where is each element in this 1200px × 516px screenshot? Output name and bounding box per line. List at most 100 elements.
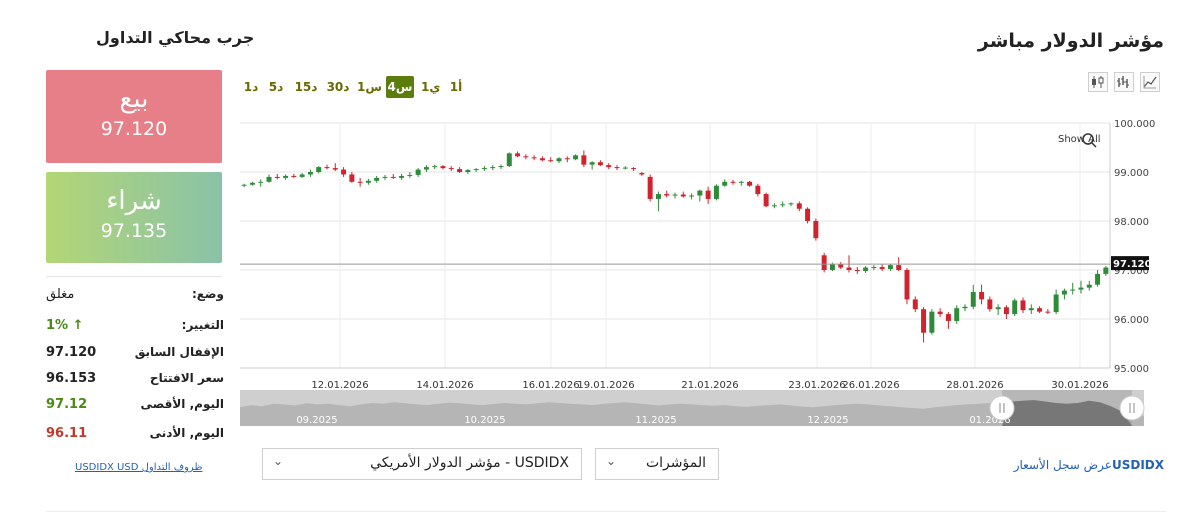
y-tick-label: 100.000 (1114, 119, 1155, 130)
navigator-label: 10.2025 (464, 415, 505, 426)
info-row-status: وضع: مغلق (46, 287, 224, 309)
tf-5-min[interactable]: 5د (267, 76, 285, 98)
candle-up (589, 162, 595, 165)
candle-up (407, 174, 413, 176)
info-value: 1% ↑ (46, 318, 84, 333)
candle-up (689, 195, 695, 197)
candle-up (506, 153, 512, 167)
candle-up (722, 181, 728, 186)
candle-up (887, 265, 893, 270)
sell-price: 97.120 (100, 118, 168, 140)
candle-up (1012, 300, 1018, 315)
tf-1-hour[interactable]: 1س (357, 76, 382, 98)
page-title: مؤشر الدولار مباشر (977, 30, 1164, 52)
candle-down (896, 265, 902, 270)
tf-4-hours[interactable]: 4س (386, 76, 414, 98)
candle-up (1086, 284, 1092, 288)
line-chart-icon[interactable] (1140, 72, 1160, 92)
navigator[interactable]: 09.2025 10.2025 11.2025 12.2025 01.2026 (240, 390, 1145, 426)
buy-button[interactable]: شراء 97.135 (46, 172, 222, 263)
candle-down (349, 174, 355, 182)
candle-down (879, 267, 885, 270)
sell-label: بيع (119, 84, 149, 114)
navigator-left-handle[interactable] (989, 395, 1015, 421)
info-value: 96.11 (46, 426, 88, 441)
candle-up (672, 194, 678, 196)
candle-down (1037, 308, 1043, 312)
x-tick-label: 28.01.2026 (946, 380, 1003, 391)
navigator-label: 11.2025 (635, 415, 676, 426)
candle-up (382, 176, 388, 178)
price-history-link[interactable]: عرض سجل الأسعارUSDIDX (1014, 458, 1164, 472)
instrument-select-value: USDIDX - مؤشر الدولار الأمريكي (370, 455, 569, 471)
candle-up (556, 158, 562, 162)
tf-1-month[interactable]: 1أ (448, 76, 464, 98)
candle-up (423, 167, 429, 170)
bar-chart-icon[interactable] (1114, 72, 1134, 92)
tf-30-min[interactable]: 30د (326, 76, 350, 98)
candle-down (1003, 307, 1009, 315)
candle-up (962, 306, 968, 309)
chevron-down-icon: ⌄ (273, 454, 284, 468)
price-chart[interactable]: 100.00099.00098.00097.00096.00095.000 12… (240, 118, 1156, 430)
candle-up (697, 190, 703, 196)
tf-1-day[interactable]: 1ي (421, 76, 440, 98)
x-tick-label: 26.01.2026 (842, 380, 899, 391)
candle-down (564, 158, 570, 160)
candle-up (788, 203, 794, 205)
x-tick-label: 30.01.2026 (1051, 380, 1108, 391)
buy-price: 97.135 (100, 220, 168, 242)
candle-down (291, 175, 297, 177)
candle-down (755, 185, 761, 195)
x-axis: 12.01.2026 14.01.2026 16.01.202619.01.2026… (311, 380, 1108, 391)
show-all-button[interactable]: Show All (1058, 133, 1101, 148)
candle-down (821, 255, 827, 270)
y-tick-label: 98.000 (1114, 217, 1149, 228)
candle-up (1028, 308, 1034, 311)
sell-button[interactable]: بيع 97.120 (46, 70, 222, 163)
candle-up (374, 177, 380, 181)
candle-up (863, 267, 869, 271)
candle-up (1103, 267, 1109, 274)
category-select[interactable]: المؤشرات ⌄ (595, 448, 719, 480)
price-history-link-text: عرض سجل الأسعار (1013, 458, 1112, 472)
simulator-title: جرب محاكي التداول (96, 28, 255, 47)
x-tick-label: 16.01.2026 (522, 380, 579, 391)
navigator-right-handle[interactable] (1119, 395, 1145, 421)
candle-down (921, 309, 927, 333)
candle-up (1095, 273, 1101, 285)
tf-1-min[interactable]: 1د (242, 76, 260, 98)
candle-up (970, 292, 976, 307)
candle-up (573, 155, 579, 160)
info-value: 97.12 (46, 397, 88, 412)
candle-down (813, 221, 819, 239)
trading-conditions-link[interactable]: USDIDX USD ظروف التداول (75, 462, 202, 473)
candle-down (440, 166, 446, 169)
candle-up (995, 307, 1001, 310)
candle-up (481, 168, 487, 170)
candle-down (805, 208, 811, 221)
buy-label: شراء (106, 186, 162, 216)
candle-down (531, 157, 537, 159)
tf-15-min[interactable]: 15د (294, 76, 318, 98)
candle-down (747, 181, 753, 186)
candle-up (465, 170, 471, 172)
candle-down (945, 314, 951, 321)
candle-up (415, 169, 421, 175)
candle-up (954, 308, 960, 321)
info-label: اليوم, الأقصى (140, 397, 224, 411)
candle-down (912, 299, 918, 310)
candle-up (249, 182, 255, 185)
candlestick-chart-icon[interactable] (1088, 72, 1108, 92)
instrument-select[interactable]: USDIDX - مؤشر الدولار الأمريكي ⌄ (262, 448, 582, 480)
candle-up (258, 181, 264, 183)
candle-down (274, 176, 280, 178)
candle-down (763, 194, 769, 207)
y-tick-label: 95.000 (1114, 364, 1149, 375)
candle-up (432, 166, 438, 168)
info-label: التغيير: (181, 318, 224, 332)
info-row-day-high: اليوم, الأقصى 97.12 (46, 397, 224, 419)
candle-down (390, 176, 396, 178)
candle-down (357, 181, 363, 183)
candle-down (647, 176, 653, 199)
